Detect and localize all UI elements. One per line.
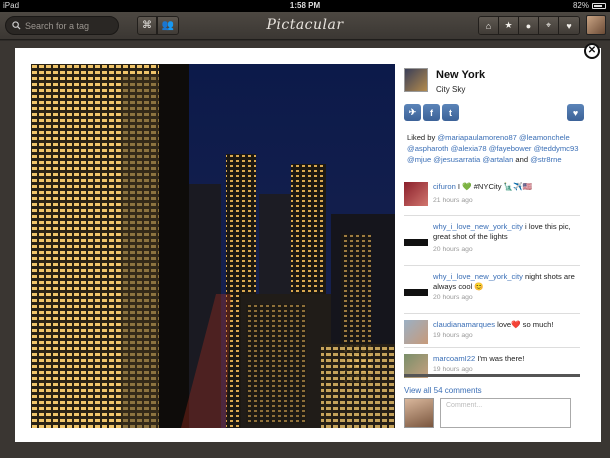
location-thumbnail[interactable] [404,68,428,92]
profile-avatar[interactable] [586,15,606,35]
photo-info-panel: New York City Sky ✈ f t ♥ Liked by @mari… [404,66,588,436]
city-night-photo [31,64,395,428]
comment-item: why_i_love_new_york_city i love this pic… [404,216,580,266]
liked-by-user[interactable]: @jesusarratia [433,155,482,164]
commenter-avatar[interactable] [404,320,428,344]
comment-time: 20 hours ago [433,246,473,253]
comment-user[interactable]: why_i_love_new_york_city [433,272,523,281]
photo-caption: City Sky [436,85,466,94]
comment-time: 19 hours ago [433,366,473,373]
heart-icon: ♥ [566,20,572,31]
user-icon: ● [525,20,532,31]
share-facebook-button[interactable]: f [423,104,440,121]
battery-indicator: 82% [573,0,606,12]
my-avatar [404,398,434,428]
liked-by-user[interactable]: @leamonchele [519,133,570,142]
like-button[interactable]: ♥ [567,104,584,121]
comment-item: cifuron I 💚 #NYCity 🗽✈️🇺🇸 21 hours ago [404,176,580,216]
comment-user[interactable]: cifuron [433,182,456,191]
home-button[interactable]: ⌂ [479,17,499,34]
view-all-comments-link[interactable]: View all 54 comments [404,386,482,395]
comment-user[interactable]: claudianamarques [433,320,495,329]
heart-icon: ♥ [572,107,579,118]
comments-list: cifuron I 💚 #NYCity 🗽✈️🇺🇸 21 hours ago w… [404,176,580,382]
liked-by-and: and [515,155,529,164]
comment-time: 19 hours ago [433,332,473,339]
commenter-avatar[interactable] [404,182,428,206]
share-twitter-button[interactable]: t [442,104,459,121]
liked-by-last-user[interactable]: @str8rne [530,155,561,164]
comment-user[interactable]: why_i_love_new_york_city [433,222,523,231]
liked-by-user[interactable]: @alexia78 [451,144,489,153]
battery-percent: 82% [572,1,589,10]
liked-by-user[interactable]: @aspharoth [407,144,451,153]
share-plane-button[interactable]: ✈ [404,104,421,121]
comment-text: I'm was there! [475,354,525,363]
comment-input[interactable] [440,398,571,428]
location-icon: ⌖ [545,20,552,30]
comment-item: claudianamarques love❤️ so much! 19 hour… [404,314,580,348]
comment-time: 21 hours ago [433,197,473,204]
home-icon: ⌂ [485,20,492,31]
clock: 1:58 PM [289,1,321,10]
comment-user[interactable]: marcoamI22 [433,354,475,363]
comment-text: love❤️ so much! [495,320,554,329]
liked-by-user[interactable]: @mariapaulamoreno87 [437,133,519,142]
twitter-icon: t [449,107,452,118]
comment-text: I 💚 #NYCity 🗽✈️🇺🇸 [457,182,533,191]
top-navbar: ⌘ 👥 Pictacular ⌂ ★ ● ⌖ ♥ [0,12,610,40]
liked-by-user[interactable]: @teddymc93 [534,144,579,153]
comment-time: 20 hours ago [433,294,473,301]
plane-icon: ✈ [408,107,417,117]
close-icon: ✕ [587,45,597,56]
photo[interactable] [31,64,395,428]
liked-by-label: Liked by [407,133,436,142]
comment-item: why_i_love_new_york_city night shots are… [404,266,580,314]
commenter-avatar[interactable] [404,272,428,296]
profile-button[interactable]: ● [519,17,539,34]
liked-by-user[interactable]: @artalan [482,155,515,164]
status-bar: iPad 1:58 PM 82% [0,0,610,12]
star-icon: ★ [504,20,513,30]
liked-by-user[interactable]: @mjue [407,155,433,164]
location-title[interactable]: New York [436,69,485,81]
battery-icon [592,3,606,9]
facebook-icon: f [430,107,433,118]
commenter-avatar[interactable] [404,222,428,246]
share-buttons: ✈ f t [404,104,459,121]
location-button[interactable]: ⌖ [539,17,559,34]
comments-scrollbar[interactable] [404,374,580,377]
nav-segment: ⌂ ★ ● ⌖ ♥ [478,16,580,35]
favorites-button[interactable]: ★ [499,17,519,34]
close-button[interactable]: ✕ [584,43,600,59]
liked-by-user[interactable]: @fayebower [489,144,534,153]
likes-button[interactable]: ♥ [559,17,579,34]
liked-by-text: Liked by @mariapaulamoreno87 @leamonchel… [407,132,587,165]
